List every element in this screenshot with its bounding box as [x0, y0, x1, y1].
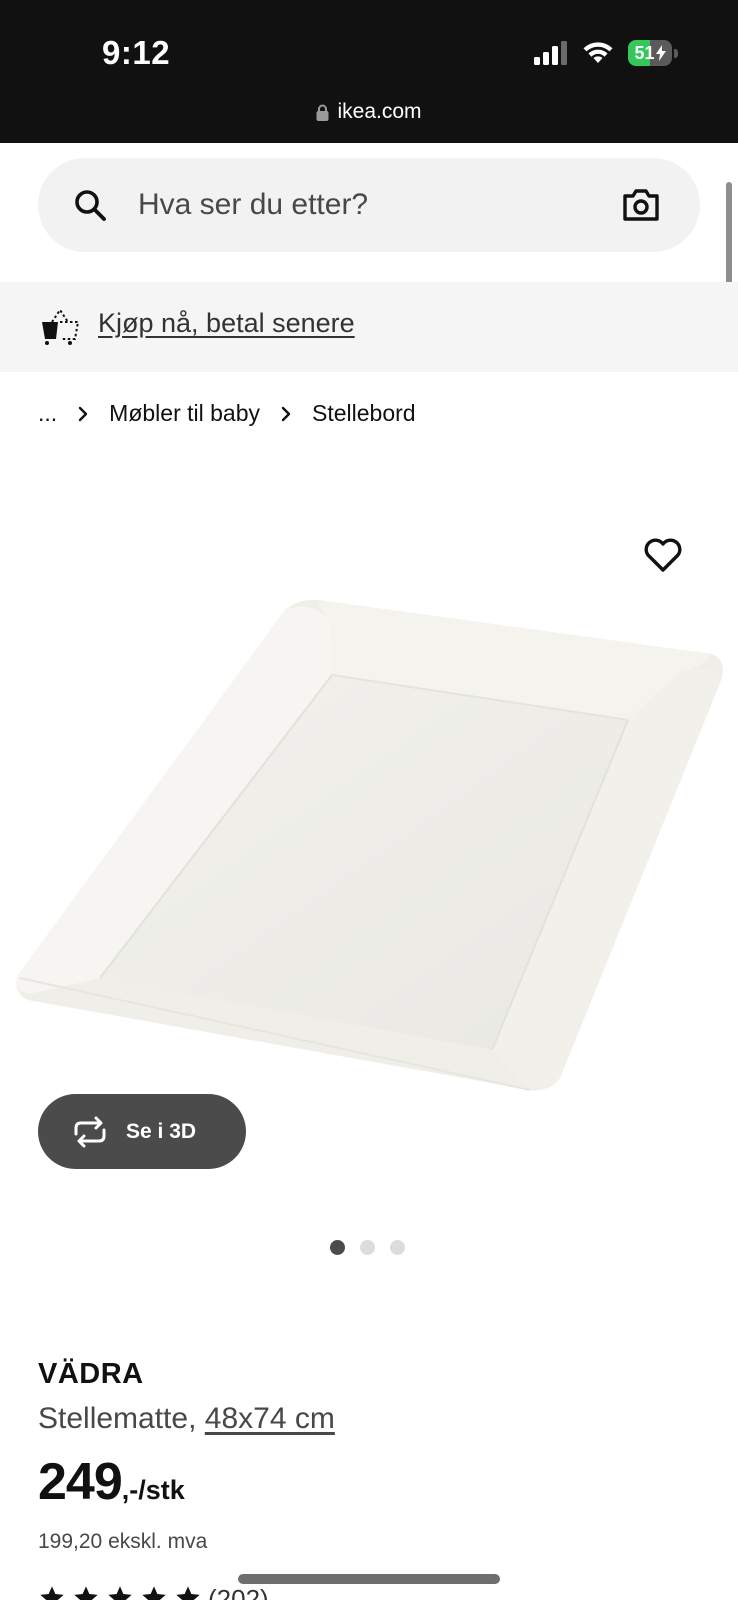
- home-indicator[interactable]: [238, 1574, 500, 1584]
- price-value: 249: [38, 1453, 123, 1511]
- star-icon: [176, 1585, 200, 1600]
- rating[interactable]: (202): [38, 1585, 269, 1600]
- carousel-dot[interactable]: [390, 1240, 405, 1255]
- status-bar: 9:12 51 ikea.com: [0, 0, 738, 143]
- search-icon[interactable]: [72, 187, 108, 223]
- promo-banner[interactable]: Kjøp nå, betal senere: [0, 282, 738, 372]
- lock-icon: [316, 104, 329, 121]
- image-carousel-dots: [330, 1240, 405, 1255]
- product-size-link[interactable]: 48x74 cm: [205, 1402, 335, 1435]
- heart-icon[interactable]: [642, 534, 684, 576]
- star-icon: [40, 1585, 64, 1600]
- url-text: ikea.com: [337, 100, 422, 123]
- url-bar[interactable]: ikea.com: [0, 100, 738, 124]
- chevron-right-icon: [78, 406, 88, 421]
- star-icon: [142, 1585, 166, 1600]
- search-input[interactable]: [138, 158, 598, 252]
- breadcrumb-changing-tables[interactable]: Stellebord: [312, 400, 416, 427]
- product-type: Stellematte,: [38, 1402, 197, 1435]
- chevron-right-icon: [281, 406, 291, 421]
- view-3d-button[interactable]: Se i 3D: [38, 1094, 246, 1169]
- price: 249 ,-/stk: [38, 1452, 185, 1512]
- basket-icon: [42, 308, 80, 345]
- charging-bolt-icon: [655, 45, 666, 61]
- camera-icon[interactable]: [622, 186, 660, 224]
- breadcrumb-ellipsis[interactable]: ...: [38, 400, 57, 427]
- battery-icon: 51: [628, 40, 678, 66]
- status-icons: 51: [534, 40, 678, 66]
- breadcrumb: ... Møbler til baby Stellebord: [38, 400, 416, 427]
- breadcrumb-baby-furniture[interactable]: Møbler til baby: [109, 400, 260, 427]
- price-suffix: ,-/stk: [121, 1475, 185, 1505]
- pay-later-link[interactable]: Kjøp nå, betal senere: [98, 308, 355, 339]
- product-description: Stellematte, 48x74 cm: [38, 1402, 335, 1436]
- carousel-dot[interactable]: [330, 1240, 345, 1255]
- star-icon: [108, 1585, 132, 1600]
- status-time: 9:12: [102, 34, 171, 71]
- star-icon: [74, 1585, 98, 1600]
- battery-level: 51: [634, 42, 655, 63]
- product-name: VÄDRA: [38, 1358, 144, 1390]
- rotate-3d-icon: [74, 1116, 106, 1147]
- search-bar[interactable]: [38, 158, 700, 252]
- review-count: (202): [208, 1585, 269, 1600]
- wifi-icon: [583, 42, 613, 63]
- cellular-signal-icon: [534, 41, 567, 65]
- view-3d-label: Se i 3D: [126, 1119, 197, 1143]
- product-image[interactable]: [0, 580, 738, 1100]
- carousel-dot[interactable]: [360, 1240, 375, 1255]
- price-ex-vat: 199,20 ekskl. mva: [38, 1530, 208, 1553]
